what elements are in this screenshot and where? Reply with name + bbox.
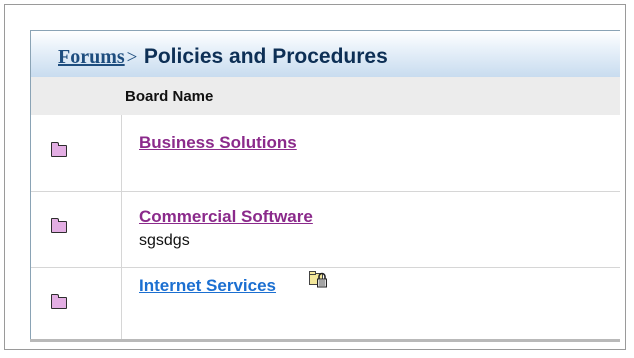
- board-table-header: Board Name: [31, 77, 620, 115]
- board-row-commercial-software: Commercial Software sgsdgs: [31, 191, 620, 268]
- breadcrumb: Forums > Policies and Procedures: [58, 45, 388, 69]
- page-title: Policies and Procedures: [143, 45, 388, 68]
- panel-header: Forums > Policies and Procedures: [31, 31, 620, 77]
- board-row-internet-services: Internet Services: [31, 267, 620, 339]
- board-row-business-solutions: Business Solutions: [31, 115, 620, 192]
- locked-folder-icon: [309, 271, 327, 288]
- board-description: sgsdgs: [139, 232, 190, 249]
- forum-panel: Forums > Policies and Procedures Board Na…: [30, 30, 620, 340]
- panel-bottom-border: [30, 339, 620, 342]
- folder-icon: [51, 142, 67, 157]
- board-link-business-solutions[interactable]: Business Solutions: [139, 133, 297, 153]
- board-link-internet-services[interactable]: Internet Services: [139, 276, 276, 296]
- folder-icon: [51, 294, 67, 309]
- forums-breadcrumb-link[interactable]: Forums: [58, 46, 125, 68]
- folder-icon: [51, 218, 67, 233]
- board-name-column-header: Board Name: [125, 88, 214, 105]
- breadcrumb-separator: >: [126, 47, 138, 68]
- board-link-commercial-software[interactable]: Commercial Software: [139, 207, 313, 227]
